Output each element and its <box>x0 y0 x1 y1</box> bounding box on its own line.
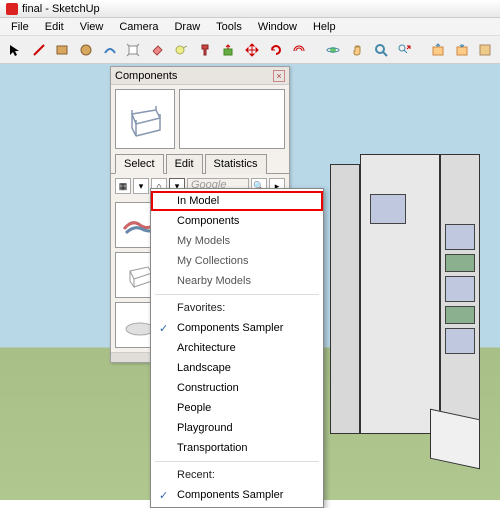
component-preview <box>115 89 175 149</box>
title-bar: final - SketchUp <box>0 0 500 18</box>
dropdown-fav-item[interactable]: Landscape <box>151 358 323 378</box>
rectangle-tool-icon[interactable] <box>51 39 73 61</box>
line-tool-icon[interactable] <box>28 39 50 61</box>
dropdown-item-nearby[interactable]: Nearby Models <box>151 271 323 291</box>
zoom-tool-icon[interactable] <box>370 39 392 61</box>
panel-header[interactable]: Components × <box>111 67 289 85</box>
eraser-tool-icon[interactable] <box>146 39 168 61</box>
panel-title: Components <box>115 70 177 82</box>
dropdown-fav-item[interactable]: Architecture <box>151 338 323 358</box>
dropdown-recent-item[interactable]: ✓Components Sampler <box>151 485 323 505</box>
app-icon <box>6 3 18 15</box>
view-mode-icon[interactable]: ▦ <box>115 178 131 194</box>
dropdown-fav-item[interactable]: People <box>151 398 323 418</box>
dropdown-separator <box>155 461 319 462</box>
dropdown-fav-item[interactable]: ✓Components Sampler <box>151 318 323 338</box>
check-icon: ✓ <box>159 489 168 502</box>
component-description[interactable] <box>179 89 285 149</box>
menu-bar: File Edit View Camera Draw Tools Window … <box>0 18 500 36</box>
dropdown-item-my-collections[interactable]: My Collections <box>151 251 323 271</box>
close-icon[interactable]: × <box>273 70 285 82</box>
dropdown-fav-item[interactable]: Transportation <box>151 438 323 458</box>
orbit-tool-icon[interactable] <box>322 39 344 61</box>
tab-statistics[interactable]: Statistics <box>205 154 267 174</box>
menu-edit[interactable]: Edit <box>38 19 71 35</box>
paint-tool-icon[interactable] <box>194 39 216 61</box>
library-dropdown-menu: In Model Components My Models My Collect… <box>150 188 324 508</box>
dropdown-item-components[interactable]: Components <box>151 211 323 231</box>
menu-draw[interactable]: Draw <box>167 19 207 35</box>
dropdown-item-in-model[interactable]: In Model <box>151 191 323 211</box>
dropdown-fav-item[interactable]: Construction <box>151 378 323 398</box>
menu-tools[interactable]: Tools <box>209 19 249 35</box>
check-icon: ✓ <box>159 322 168 335</box>
dropdown-recent-header: Recent: <box>151 465 323 485</box>
menu-view[interactable]: View <box>73 19 111 35</box>
dropdown-item-my-models[interactable]: My Models <box>151 231 323 251</box>
nav-dropdown-icon[interactable]: ▾ <box>133 178 149 194</box>
get-models-icon[interactable] <box>427 39 449 61</box>
rotate-tool-icon[interactable] <box>265 39 287 61</box>
share-model-icon[interactable] <box>451 39 473 61</box>
tab-select[interactable]: Select <box>115 154 164 174</box>
panel-tabs: Select Edit Statistics <box>111 153 289 174</box>
arc-tool-icon[interactable] <box>99 39 121 61</box>
component-tool-icon[interactable] <box>123 39 145 61</box>
window-title: final - SketchUp <box>22 3 100 15</box>
pushpull-tool-icon[interactable] <box>217 39 239 61</box>
zoom-extents-tool-icon[interactable] <box>393 39 415 61</box>
dropdown-separator <box>155 294 319 295</box>
offset-tool-icon[interactable] <box>289 39 311 61</box>
toolbar <box>0 36 500 64</box>
menu-camera[interactable]: Camera <box>112 19 165 35</box>
menu-file[interactable]: File <box>4 19 36 35</box>
extension-icon[interactable] <box>474 39 496 61</box>
select-tool-icon[interactable] <box>4 39 26 61</box>
tape-tool-icon[interactable] <box>170 39 192 61</box>
dropdown-fav-item[interactable]: Playground <box>151 418 323 438</box>
menu-help[interactable]: Help <box>306 19 343 35</box>
menu-window[interactable]: Window <box>251 19 304 35</box>
move-tool-icon[interactable] <box>241 39 263 61</box>
tab-edit[interactable]: Edit <box>166 154 203 174</box>
pan-tool-icon[interactable] <box>346 39 368 61</box>
circle-tool-icon[interactable] <box>75 39 97 61</box>
dropdown-favorites-header: Favorites: <box>151 298 323 318</box>
